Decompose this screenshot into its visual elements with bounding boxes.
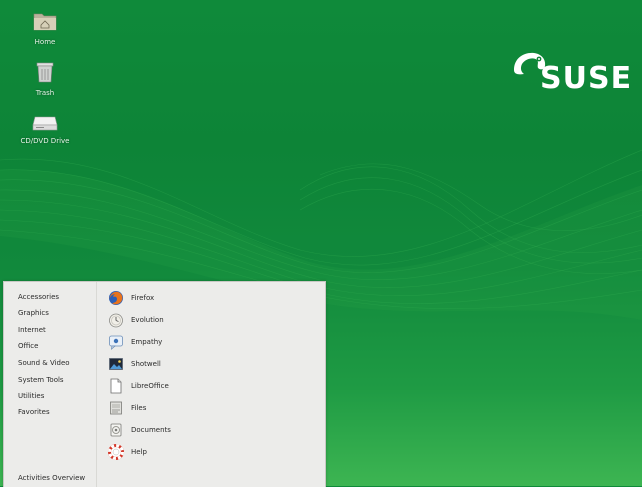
category-internet[interactable]: Internet [18,326,46,334]
cd-dvd-drive-icon [32,116,58,131]
category-system-tools[interactable]: System Tools [18,376,64,384]
app-empathy[interactable]: Empathy [108,334,308,352]
category-list: Accessories Graphics Internet Office Sou… [4,282,97,487]
category-utilities[interactable]: Utilities [18,392,44,400]
app-name: Shotwell [131,360,161,368]
desktop-icon-label: Trash [35,89,55,97]
trash-icon [36,62,54,83]
documents-icon [110,423,122,437]
app-name: Help [131,448,147,456]
app-name: Empathy [131,338,163,346]
files-icon [110,401,122,415]
category-favorites[interactable]: Favorites [18,408,50,416]
category-office[interactable]: Office [18,342,38,350]
app-firefox[interactable]: Firefox [108,290,308,308]
suse-logo: SUSE [512,48,631,98]
home-folder-icon [33,13,57,31]
category-accessories[interactable]: Accessories [18,293,59,301]
app-name: LibreOffice [131,382,169,390]
app-help[interactable]: Help [108,444,308,462]
shotwell-icon [109,358,123,370]
app-libreoffice[interactable]: LibreOffice [108,378,308,396]
app-shotwell[interactable]: Shotwell [108,356,308,374]
category-sound-video[interactable]: Sound & Video [18,359,70,367]
app-documents[interactable]: Documents [108,422,308,440]
help-icon [108,444,124,460]
empathy-icon [109,335,123,350]
category-graphics[interactable]: Graphics [18,309,49,317]
desktop-icon-trash[interactable]: Trash [15,61,75,97]
brand-wordmark: SUSE [540,61,633,96]
desktop-icon-label: CD/DVD Drive [20,137,70,145]
libreoffice-icon [110,378,122,394]
app-files[interactable]: Files [108,400,308,418]
app-name: Files [131,404,147,412]
app-name: Documents [131,426,171,434]
desktop-icon-label: Home [34,38,56,46]
desktop-icon-home[interactable]: Home [15,10,75,46]
app-evolution[interactable]: Evolution [108,312,308,330]
evolution-icon [109,313,123,328]
app-name: Firefox [131,294,155,302]
applications-menu: Accessories Graphics Internet Office Sou… [3,281,326,487]
firefox-icon [109,291,123,305]
app-name: Evolution [131,316,164,324]
desktop-icon-cd-dvd[interactable]: CD/DVD Drive [15,115,75,145]
activities-overview-link[interactable]: Activities Overview [18,474,85,482]
